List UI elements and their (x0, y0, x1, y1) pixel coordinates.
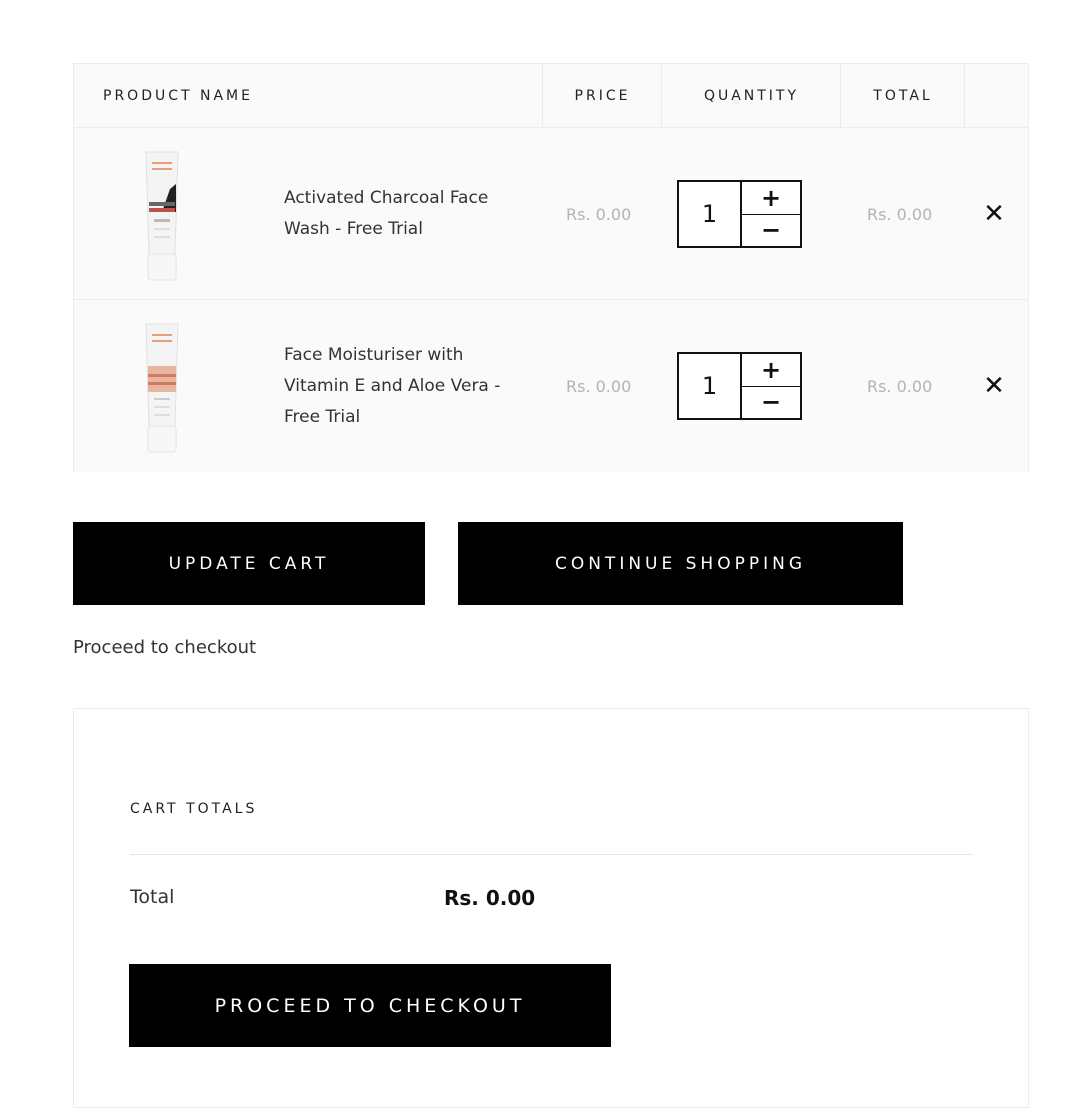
product-total: Rs. 0.00 (867, 376, 933, 396)
header-quantity: QUANTITY (661, 64, 841, 128)
decrement-button[interactable]: − (742, 215, 800, 247)
increment-button[interactable]: + (742, 182, 800, 215)
cart-totals-panel: CART TOTALS Total Rs. 0.00 (73, 708, 1029, 1108)
total-label: Total (130, 886, 175, 908)
face-moisturiser-image[interactable] (132, 316, 192, 456)
remove-item-button[interactable]: ✕ (979, 196, 1009, 232)
quantity-stepper[interactable]: 1 + − (677, 180, 802, 248)
product-price: Rs. 0.00 (566, 204, 632, 224)
update-cart-button[interactable]: UPDATE CART (73, 522, 425, 605)
header-total: TOTAL (840, 64, 965, 128)
product-name[interactable]: Activated Charcoal Face Wash - Free Tria… (284, 183, 524, 245)
total-value: Rs. 0.00 (444, 886, 536, 910)
remove-item-button[interactable]: ✕ (979, 368, 1009, 404)
product-price: Rs. 0.00 (566, 376, 632, 396)
product-name[interactable]: Face Moisturiser with Vitamin E and Aloe… (284, 340, 524, 433)
header-product-name: PRODUCT NAME (103, 88, 253, 104)
charcoal-face-wash-image[interactable] (132, 144, 192, 284)
continue-shopping-button[interactable]: CONTINUE SHOPPING (458, 522, 903, 605)
header-price: PRICE (542, 64, 662, 128)
proceed-to-checkout-link[interactable]: Proceed to checkout (73, 637, 256, 658)
cart-table: PRODUCT NAME PRICE QUANTITY TOTAL Activa… (73, 63, 1029, 472)
header-remove (964, 64, 1028, 128)
divider (130, 854, 973, 855)
quantity-buttons: + − (742, 354, 800, 418)
proceed-to-checkout-button[interactable]: PROCEED TO CHECKOUT (129, 964, 611, 1047)
quantity-stepper[interactable]: 1 + − (677, 352, 802, 420)
decrement-button[interactable]: − (742, 387, 800, 419)
table-row: Face Moisturiser with Vitamin E and Aloe… (74, 300, 1028, 472)
quantity-input[interactable]: 1 (679, 182, 742, 246)
cart-totals-title: CART TOTALS (130, 801, 258, 817)
cart-table-header: PRODUCT NAME PRICE QUANTITY TOTAL (74, 64, 1028, 128)
quantity-buttons: + − (742, 182, 800, 246)
increment-button[interactable]: + (742, 354, 800, 387)
quantity-input[interactable]: 1 (679, 354, 742, 418)
product-total: Rs. 0.00 (867, 204, 933, 224)
table-row: Activated Charcoal Face Wash - Free Tria… (74, 128, 1028, 300)
